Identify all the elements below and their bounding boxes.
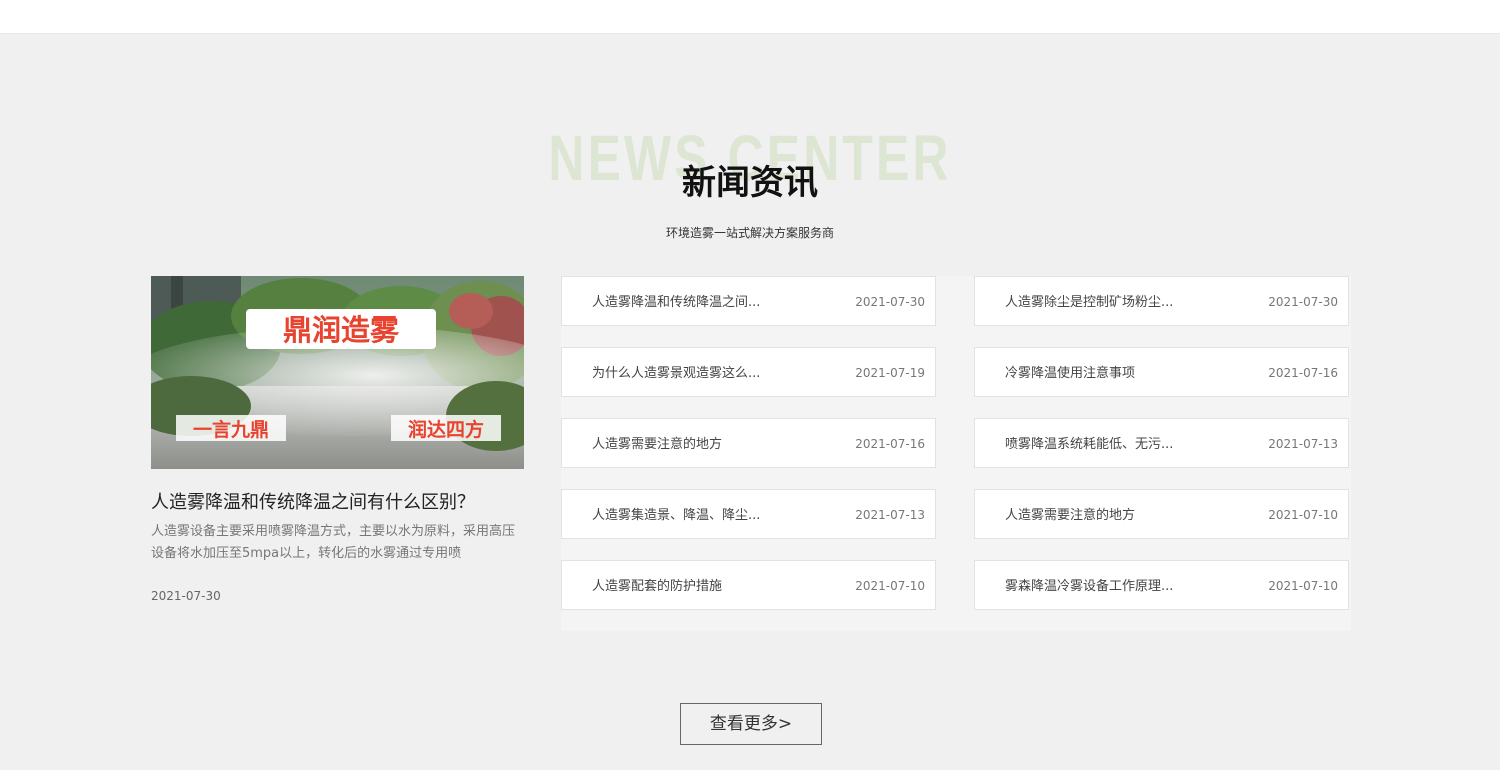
image-banner-text: 鼎润造雾 [283, 313, 400, 347]
news-item[interactable]: 人造雾需要注意的地方 2021-07-16 [561, 418, 936, 468]
news-item[interactable]: 人造雾配套的防护措施 2021-07-10 [561, 560, 936, 610]
featured-news-title[interactable]: 人造雾降温和传统降温之间有什么区别？ [151, 489, 524, 517]
top-header-bar [0, 0, 1500, 34]
news-item[interactable]: 喷雾降温系统耗能低、无污... 2021-07-13 [974, 418, 1349, 468]
news-item[interactable]: 雾森降温冷雾设备工作原理... 2021-07-10 [974, 560, 1349, 610]
news-item-title: 人造雾降温和传统降温之间... [592, 295, 761, 310]
featured-news-description: 人造雾设备主要采用喷雾降温方式，主要以水为原料，采用高压设备将水加压至5mpa以… [151, 524, 516, 561]
news-item-title: 人造雾除尘是控制矿场粉尘... [1005, 295, 1174, 310]
news-list-panel: 人造雾降温和传统降温之间... 2021-07-30 为什么人造雾景观造雾这么.… [561, 276, 1351, 631]
featured-news: 鼎润造雾 一言九鼎 润达四方 人造雾降温和传统降温之间有什么区别？ 人造雾设备主… [151, 276, 524, 604]
news-item-date: 2021-07-13 [855, 508, 925, 522]
news-item-title: 为什么人造雾景观造雾这么... [592, 366, 761, 381]
news-item-title: 喷雾降温系统耗能低、无污... [1005, 437, 1174, 452]
news-item-title: 冷雾降温使用注意事项 [1005, 366, 1136, 381]
news-item[interactable]: 为什么人造雾景观造雾这么... 2021-07-19 [561, 347, 936, 397]
news-item-date: 2021-07-10 [1268, 508, 1338, 522]
news-item-date: 2021-07-16 [1268, 366, 1338, 380]
news-item-date: 2021-07-13 [1268, 437, 1338, 451]
view-more-button[interactable]: 查看更多> [680, 703, 822, 745]
news-item[interactable]: 人造雾集造景、降温、降尘... 2021-07-13 [561, 489, 936, 539]
news-item-date: 2021-07-30 [855, 295, 925, 309]
news-item[interactable]: 人造雾降温和传统降温之间... 2021-07-30 [561, 276, 936, 326]
featured-news-date: 2021-07-30 [151, 589, 221, 603]
news-item-title: 雾森降温冷雾设备工作原理... [1005, 579, 1174, 594]
section-subtitle: 环境造雾一站式解决方案服务商 [665, 226, 834, 240]
news-item-title: 人造雾需要注意的地方 [592, 437, 723, 452]
news-item-date: 2021-07-10 [1268, 579, 1338, 593]
news-item-title: 人造雾配套的防护措施 [592, 579, 723, 594]
news-item-title: 人造雾集造景、降温、降尘... [592, 508, 761, 523]
news-item-date: 2021-07-10 [855, 579, 925, 593]
featured-news-image[interactable]: 鼎润造雾 一言九鼎 润达四方 [151, 276, 524, 469]
image-right-text: 润达四方 [408, 418, 484, 441]
news-item-date: 2021-07-19 [855, 366, 925, 380]
news-item-title: 人造雾需要注意的地方 [1005, 508, 1136, 523]
news-item[interactable]: 人造雾需要注意的地方 2021-07-10 [974, 489, 1349, 539]
news-item-date: 2021-07-30 [1268, 295, 1338, 309]
news-item[interactable]: 冷雾降温使用注意事项 2021-07-16 [974, 347, 1349, 397]
news-item-date: 2021-07-16 [855, 437, 925, 451]
image-left-text: 一言九鼎 [193, 418, 269, 441]
section-title: 新闻资讯 [682, 163, 818, 203]
news-item[interactable]: 人造雾除尘是控制矿场粉尘... 2021-07-30 [974, 276, 1349, 326]
